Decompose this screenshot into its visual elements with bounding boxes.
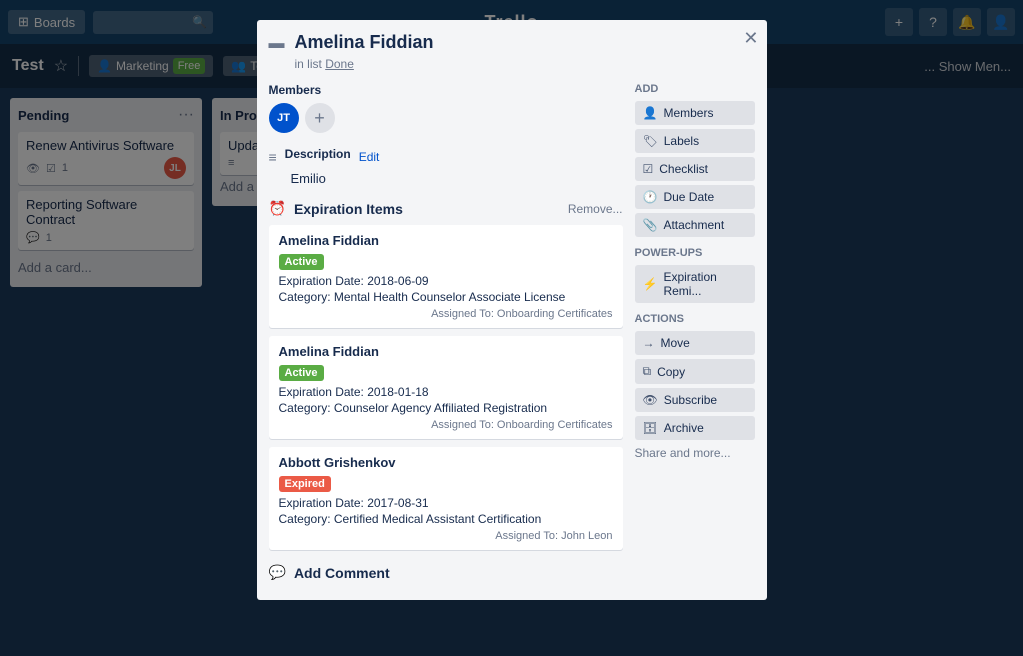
- labels-btn-label: Labels: [664, 134, 699, 148]
- attachment-btn-label: Attachment: [663, 218, 724, 232]
- card-header-icon: ▬: [269, 35, 285, 53]
- expiration-reminder-button[interactable]: ⚡ Expiration Remi...: [635, 265, 755, 303]
- exp-assigned-3: Assigned To: John Leon: [279, 530, 613, 542]
- description-section: ≡ Description Edit Emilio: [269, 147, 623, 186]
- exp-card-name-3: Abbott Grishenkov: [279, 455, 613, 470]
- desc-icon: ≡: [269, 149, 277, 165]
- due-date-btn-label: Due Date: [663, 190, 714, 204]
- exp-assigned-1: Assigned To: Onboarding Certificates: [279, 308, 613, 320]
- expiration-card-1: Amelina Fiddian Active Expiration Date: …: [269, 225, 623, 328]
- modal-title: Amelina Fiddian: [295, 32, 434, 53]
- checklist-btn-label: Checklist: [659, 162, 708, 176]
- expiration-header: ⏰ Expiration Items Remove...: [269, 200, 623, 217]
- members-label: Members: [269, 83, 623, 97]
- archive-btn-label: Archive: [664, 421, 704, 435]
- exp-category-2: Category: Counselor Agency Affiliated Re…: [279, 401, 613, 415]
- actions-title: Actions: [635, 313, 755, 325]
- add-comment-section: 💬 Add Comment: [269, 564, 623, 581]
- subscribe-btn-label: Subscribe: [664, 393, 717, 407]
- status-badge-3: Expired: [279, 476, 331, 492]
- status-badge-1: Active: [279, 254, 324, 270]
- description-label: Description: [285, 147, 351, 161]
- expiration-btn-label: Expiration Remi...: [663, 270, 746, 298]
- subscribe-icon: 👁: [643, 393, 658, 407]
- modal-overlay[interactable]: ✕ ▬ Amelina Fiddian in list Done Members…: [0, 0, 1023, 656]
- add-comment-label: Add Comment: [294, 565, 390, 581]
- modal-sidebar: Add 👤 Members 🏷 Labels ☑ Checklist 🕐 Due…: [635, 83, 755, 581]
- move-button[interactable]: → Move: [635, 331, 755, 355]
- power-icon: ⚡: [643, 277, 658, 291]
- archive-icon: 🗄: [643, 421, 658, 435]
- comment-icon: 💬: [269, 564, 286, 581]
- exp-date-1: Expiration Date: 2018-06-09: [279, 274, 613, 288]
- attachment-icon: 📎: [643, 218, 658, 232]
- edit-link[interactable]: Edit: [359, 150, 380, 164]
- status-badge-2: Active: [279, 365, 324, 381]
- labels-button[interactable]: 🏷 Labels: [635, 129, 755, 153]
- move-btn-label: Move: [661, 336, 690, 350]
- exp-title-row: ⏰ Expiration Items: [269, 200, 403, 217]
- description-text: Emilio: [291, 171, 623, 186]
- member-avatar-jt[interactable]: JT: [269, 103, 299, 133]
- power-ups-title: Power-Ups: [635, 247, 755, 259]
- exp-card-name-1: Amelina Fiddian: [279, 233, 613, 248]
- copy-button[interactable]: ⧉ Copy: [635, 359, 755, 384]
- modal-header: ▬ Amelina Fiddian: [269, 32, 755, 53]
- checklist-icon: ☑: [643, 162, 654, 176]
- checklist-button[interactable]: ☑ Checklist: [635, 157, 755, 181]
- exp-date-2: Expiration Date: 2018-01-18: [279, 385, 613, 399]
- remove-link[interactable]: Remove...: [568, 202, 623, 216]
- expiration-section: ⏰ Expiration Items Remove... Amelina Fid…: [269, 200, 623, 550]
- expiration-title: Expiration Items: [294, 201, 403, 217]
- copy-btn-label: Copy: [657, 365, 685, 379]
- subscribe-button[interactable]: 👁 Subscribe: [635, 388, 755, 412]
- label-icon: 🏷: [643, 134, 658, 148]
- move-icon: →: [643, 336, 655, 350]
- modal-body: Members JT + ≡ Description Edit Emilio: [269, 83, 755, 581]
- members-row: JT +: [269, 103, 623, 133]
- exp-assigned-2: Assigned To: Onboarding Certificates: [279, 419, 613, 431]
- copy-icon: ⧉: [643, 364, 652, 379]
- exp-card-name-2: Amelina Fiddian: [279, 344, 613, 359]
- power-ups-section: Power-Ups ⚡ Expiration Remi...: [635, 247, 755, 303]
- members-btn-label: Members: [663, 106, 713, 120]
- add-member-button[interactable]: +: [305, 103, 335, 133]
- in-list-text: in list: [295, 57, 322, 71]
- archive-button[interactable]: 🗄 Archive: [635, 416, 755, 440]
- list-name-link[interactable]: Done: [325, 57, 354, 71]
- actions-section: Actions → Move ⧉ Copy 👁 Subscribe 🗄: [635, 313, 755, 440]
- expiration-card-2: Amelina Fiddian Active Expiration Date: …: [269, 336, 623, 439]
- card-modal: ✕ ▬ Amelina Fiddian in list Done Members…: [257, 20, 767, 600]
- alarm-icon: ⏰: [269, 200, 286, 217]
- exp-date-3: Expiration Date: 2017-08-31: [279, 496, 613, 510]
- attachment-button[interactable]: 📎 Attachment: [635, 213, 755, 237]
- share-link[interactable]: Share and more...: [635, 446, 755, 460]
- modal-main: Members JT + ≡ Description Edit Emilio: [269, 83, 623, 581]
- expiration-card-3: Abbott Grishenkov Expired Expiration Dat…: [269, 447, 623, 550]
- close-button[interactable]: ✕: [743, 28, 758, 49]
- exp-category-3: Category: Certified Medical Assistant Ce…: [279, 512, 613, 526]
- due-date-button[interactable]: 🕐 Due Date: [635, 185, 755, 209]
- clock-icon: 🕐: [643, 190, 658, 204]
- desc-header: ≡ Description Edit: [269, 147, 623, 167]
- members-button[interactable]: 👤 Members: [635, 101, 755, 125]
- exp-category-1: Category: Mental Health Counselor Associ…: [279, 290, 613, 304]
- person-icon: 👤: [643, 106, 658, 120]
- add-section-title: Add: [635, 83, 755, 95]
- in-list-label: in list Done: [295, 57, 755, 71]
